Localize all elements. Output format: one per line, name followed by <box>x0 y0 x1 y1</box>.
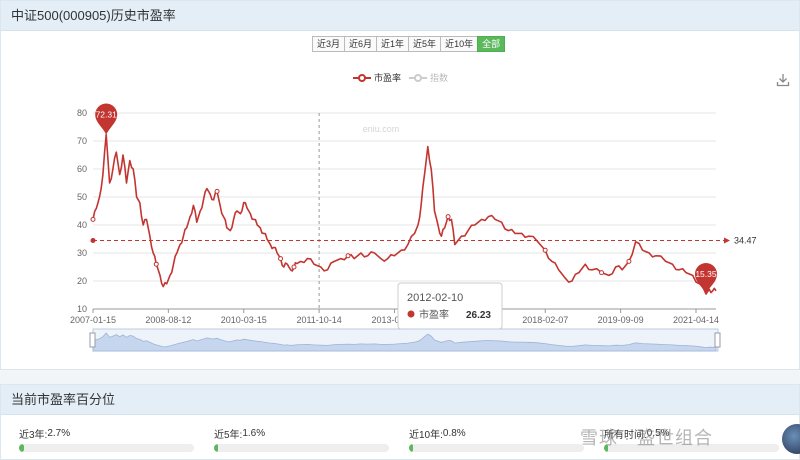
y-tick-label: 80 <box>77 108 87 118</box>
legend-marker-icon <box>409 73 428 83</box>
chart-legend: 市盈率 指数 <box>353 71 456 84</box>
tooltip-date: 2012-02-10 <box>407 292 463 304</box>
chart-watermark: eniu.com <box>363 124 400 134</box>
tooltip-value: 26.23 <box>466 310 491 321</box>
y-tick-label: 30 <box>77 248 87 258</box>
pe-series-line <box>92 133 717 295</box>
series-point[interactable] <box>445 214 451 220</box>
zoom-slider[interactable] <box>89 328 721 352</box>
pe-line-chart[interactable]: 10 20 30 40 50 60 70 80 2007-01-15 2008-08-12 2010… <box>61 99 800 359</box>
percentile-value: 1.6% <box>242 427 266 439</box>
x-tick-label: 2010-03-15 <box>221 315 267 325</box>
zoom-handle-left[interactable] <box>89 332 96 348</box>
page-title: 中证500(000905)历史市盈率 <box>1 1 799 31</box>
x-tick-label: 2007-01-15 <box>70 315 116 325</box>
series-point[interactable] <box>626 258 632 264</box>
y-tick-label: 10 <box>77 304 87 314</box>
percentile-item: 近5年: 1.6% <box>214 425 409 452</box>
pe-history-panel: 中证500(000905)历史市盈率 近3月 近6月 近1年 近5年 近10年 全部 市盈… <box>0 0 800 370</box>
legend-item[interactable]: 市盈率 <box>353 71 401 84</box>
watermark: 雪球 · 盛世组合 <box>580 428 713 448</box>
y-tick-label: 50 <box>77 192 87 202</box>
range-tab[interactable]: 近1年 <box>376 36 410 52</box>
max-marker-label: 72.31 <box>96 110 118 120</box>
y-tick-label: 70 <box>77 136 87 146</box>
average-line-label: 34.47 <box>734 235 757 245</box>
y-tick-label: 20 <box>77 276 87 286</box>
max-marker[interactable]: 72.31 <box>95 103 118 135</box>
percentile-bar <box>409 444 584 452</box>
y-tick-label: 60 <box>77 164 87 174</box>
average-line-start <box>90 237 96 243</box>
tooltip-box <box>397 282 503 330</box>
x-tick-label: 2021-04-14 <box>673 315 719 325</box>
legend-item[interactable]: 指数 <box>409 71 448 84</box>
series-point[interactable] <box>214 188 220 194</box>
range-tab[interactable]: 近10年 <box>440 36 479 52</box>
chart-tooltip: 2012-02-10 市盈率 26.23 <box>397 282 503 330</box>
percentile-item: 近10年: 0.8% <box>409 425 604 452</box>
min-marker-label: 15.35 <box>695 269 717 279</box>
x-tick-label: 2019-09-09 <box>598 315 644 325</box>
range-tab[interactable]: 近5年 <box>408 36 442 52</box>
percentile-label: 近5年: <box>214 429 243 441</box>
x-tick-label: 2018-02-07 <box>522 315 568 325</box>
percentile-bar <box>214 444 389 452</box>
range-tab[interactable]: 近6月 <box>344 36 378 52</box>
x-tick-label: 2008-08-12 <box>145 315 191 325</box>
percentile-bar <box>19 444 194 452</box>
x-tick-label: 2011-10-14 <box>296 315 341 325</box>
range-tab[interactable]: 近3月 <box>312 36 346 52</box>
tooltip-dot <box>407 310 415 318</box>
tooltip-series-label: 市盈率 <box>419 308 449 321</box>
range-tabs: 近3月 近6月 近1年 近5年 近10年 全部 <box>312 36 506 52</box>
range-tab[interactable]: 全部 <box>477 36 506 52</box>
percentile-value: 0.8% <box>442 427 466 439</box>
series-point[interactable] <box>542 247 548 253</box>
download-icon[interactable] <box>776 73 790 87</box>
series-point[interactable] <box>291 264 297 270</box>
percentile-label: 近3年: <box>19 429 48 441</box>
average-line-arrow <box>724 237 730 244</box>
series-point[interactable] <box>90 216 96 222</box>
series-point[interactable] <box>153 261 159 267</box>
legend-label: 指数 <box>430 73 449 83</box>
series-point[interactable] <box>278 256 284 262</box>
y-tick-label: 40 <box>77 220 87 230</box>
percentile-item: 近3年: 2.7% <box>19 425 214 452</box>
percentile-value: 2.7% <box>47 427 71 439</box>
percentile-title: 当前市盈率百分位 <box>1 385 799 415</box>
percentile-label: 近10年: <box>409 429 443 441</box>
series-point[interactable] <box>345 253 351 259</box>
series-point[interactable] <box>599 270 605 276</box>
legend-marker-icon <box>353 73 371 83</box>
zoom-handle-right[interactable] <box>714 332 721 348</box>
percentile-fill <box>409 444 414 452</box>
percentile-fill <box>214 444 219 452</box>
percentile-fill <box>19 444 24 452</box>
legend-label: 市盈率 <box>374 73 402 83</box>
